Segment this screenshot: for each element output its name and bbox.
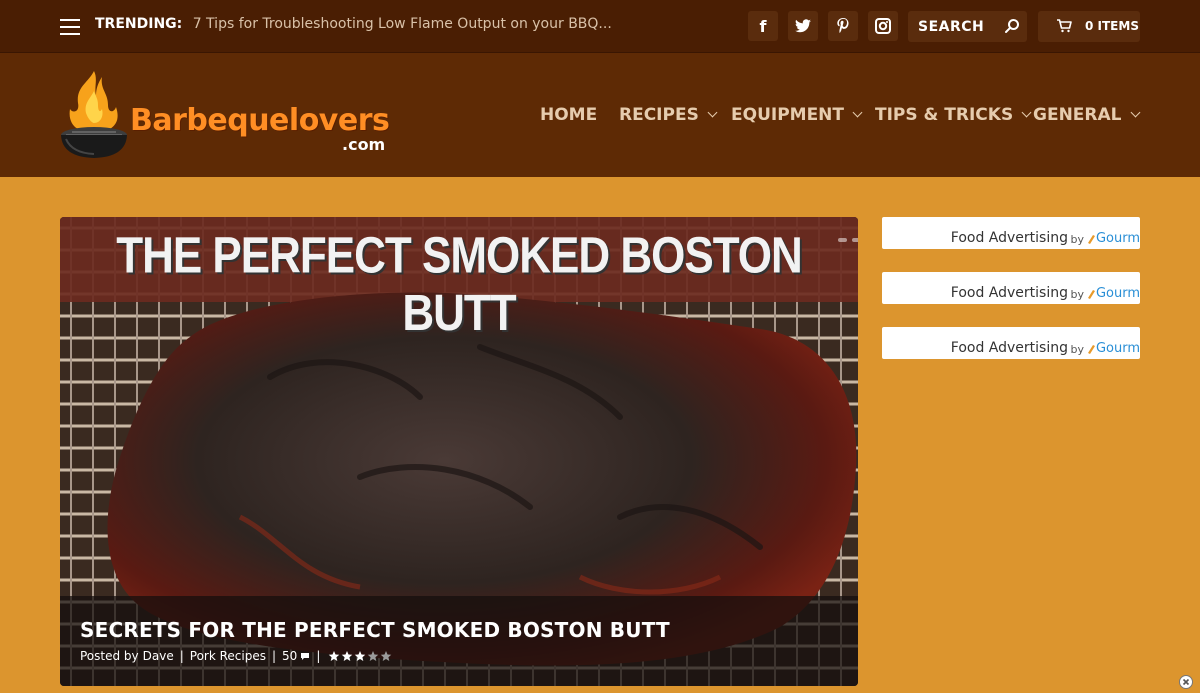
nav-tips-tricks[interactable]: TIPS & TRICKS [875,105,1032,125]
facebook-glyph: f [759,16,767,36]
trending-link[interactable]: 7 Tips for Troubleshooting Low Flame Out… [193,16,612,32]
category-link[interactable]: Pork Recipes [190,649,266,663]
ad-brand: Gourm [1095,286,1140,301]
search-box [908,11,1027,42]
top-bar: TRENDING: 7 Tips for Troubleshooting Low… [0,0,1200,53]
meta-separator: | [316,649,321,663]
star-filled-icon [329,651,340,661]
cart-button[interactable]: 0 ITEMS [1038,11,1140,42]
ad-brand: Gourm [1095,341,1140,356]
cart-label: 0 ITEMS [1085,19,1139,33]
author-link[interactable]: Dave [143,649,174,663]
chevron-down-icon [707,107,718,118]
posted-by-label: Posted by [80,649,139,663]
nav-label: GENERAL [1033,105,1122,125]
instagram-glyph [875,18,891,34]
brush-icon [1088,290,1095,299]
logo-domain: .com [342,135,386,154]
food-ad-1[interactable]: Food Advertising by Gourm [882,217,1140,249]
food-ad-3[interactable]: Food Advertising by Gourm [882,327,1140,359]
menu-icon[interactable] [60,19,80,35]
nav-label: RECIPES [619,105,699,125]
instagram-icon[interactable] [868,11,898,41]
nav-label: HOME [540,105,598,125]
trending-bar: TRENDING: 7 Tips for Troubleshooting Low… [95,16,612,32]
post-caption: SECRETS FOR THE PERFECT SMOKED BOSTON BU… [60,596,858,686]
trending-label: TRENDING: [95,16,183,32]
nav-equipment[interactable]: EQUIPMENT [731,105,863,125]
nav-general[interactable]: GENERAL [1033,105,1140,125]
slider-dots[interactable] [838,238,858,242]
ad-text: Food Advertising [950,230,1068,246]
meta-separator: | [271,649,277,663]
twitter-bird-glyph [795,19,811,33]
chevron-down-icon [852,107,863,118]
meta-separator: | [179,649,184,663]
nav-home[interactable]: HOME [540,105,597,125]
brush-icon [1088,235,1095,244]
main-nav: HOME RECIPES EQUIPMENT TIPS & TRICKS GEN… [0,105,1200,129]
star-filled-icon [342,651,353,661]
star-empty-icon [368,651,379,661]
featured-post[interactable]: THE PERFECT SMOKED BOSTON BUTT SECRETS F… [60,217,858,686]
comment-count[interactable]: 50 [282,649,297,663]
food-ad-2[interactable]: Food Advertising by Gourm [882,272,1140,304]
chevron-down-icon [1021,107,1032,118]
twitter-icon[interactable] [788,11,818,41]
search-input[interactable] [908,11,996,42]
facebook-icon[interactable]: f [748,11,778,41]
search-icon[interactable] [1004,18,1020,34]
ad-text: Food Advertising [950,340,1068,356]
ad-by: by [1070,343,1085,356]
ad-brand: Gourm [1095,231,1140,246]
ad-by: by [1070,288,1085,301]
post-meta: Posted by Dave | Pork Recipes | 50 | [80,649,392,663]
close-icon[interactable] [1179,675,1193,689]
comment-icon [301,652,310,660]
nav-recipes[interactable]: RECIPES [619,105,718,125]
post-title[interactable]: SECRETS FOR THE PERFECT SMOKED BOSTON BU… [80,618,670,642]
site-header: Barbequelovers .com HOME RECIPES EQUIPME… [0,53,1200,177]
ad-text: Food Advertising [950,285,1068,301]
pinterest-icon[interactable] [828,11,858,41]
image-banner-text: THE PERFECT SMOKED BOSTON BUTT [116,227,803,342]
ad-by: by [1070,233,1085,246]
chevron-down-icon [1130,107,1140,118]
nav-label: EQUIPMENT [731,105,845,125]
nav-label: TIPS & TRICKS [875,105,1014,125]
rating-stars [328,650,392,662]
cart-icon [1057,19,1072,33]
star-filled-icon [355,651,366,661]
star-empty-icon [381,651,392,661]
pinterest-glyph [837,18,849,33]
brush-icon [1088,345,1095,354]
